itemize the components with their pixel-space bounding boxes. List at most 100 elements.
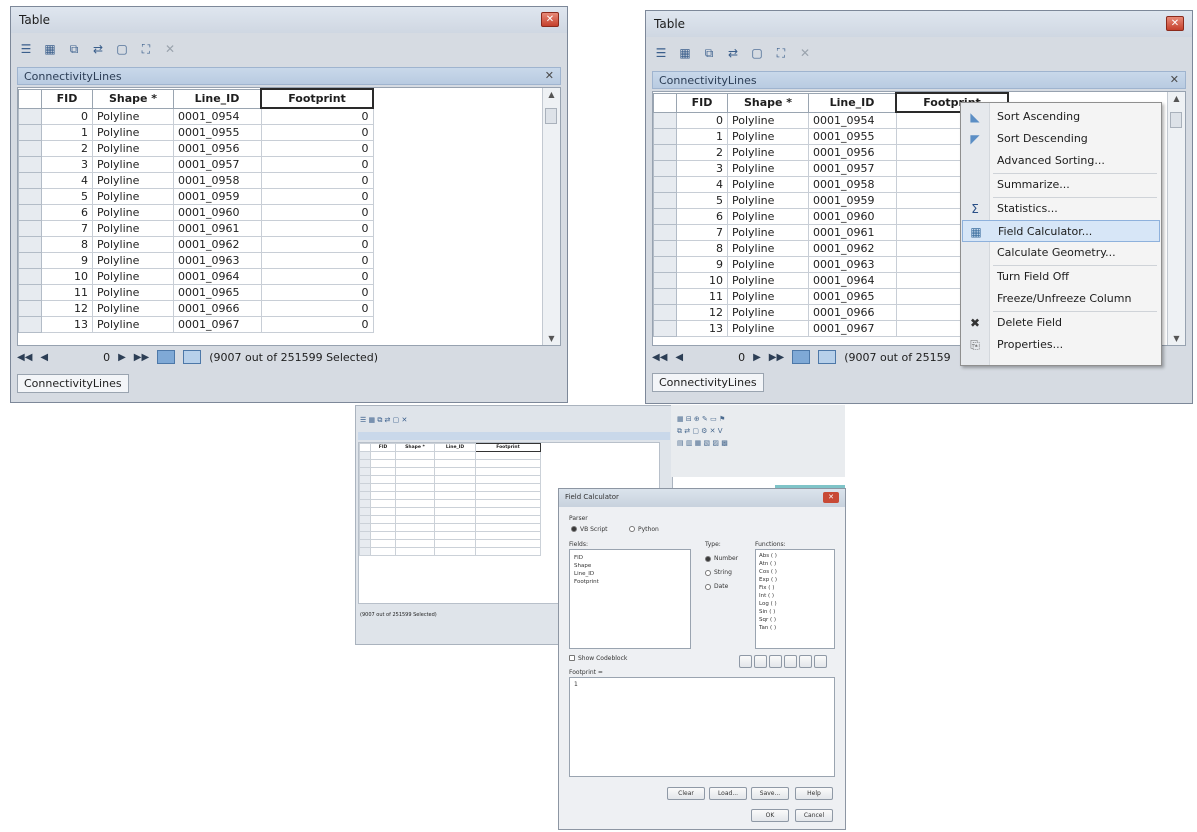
row-selector[interactable] — [653, 240, 677, 257]
row-selector[interactable] — [653, 111, 677, 129]
scroll-down-icon[interactable]: ▼ — [543, 334, 560, 343]
function-list-item[interactable]: Sqr ( ) — [759, 616, 777, 624]
footprint-cell[interactable]: 0 — [260, 204, 374, 221]
field-list-item[interactable]: Footprint — [574, 578, 599, 586]
show-selected-records-icon[interactable] — [183, 350, 202, 364]
shape-cell[interactable]: Polyline — [727, 288, 809, 305]
fid-cell[interactable]: 8 — [41, 236, 93, 253]
row-selector[interactable] — [18, 220, 42, 237]
shape-cell[interactable]: Polyline — [727, 176, 809, 193]
column-header-line-id[interactable]: Line_ID — [808, 92, 897, 113]
menu-item-delete-field[interactable]: ✖ Delete Field — [962, 312, 1160, 334]
row-selector[interactable] — [18, 300, 42, 317]
table-row[interactable]: 1 Polyline 0001_0955 — [653, 128, 1009, 145]
type-radio[interactable] — [705, 569, 711, 576]
table-row[interactable]: 4 Polyline 0001_0958 0 — [18, 172, 374, 189]
line-id-cell[interactable]: 0001_0957 — [808, 160, 897, 177]
function-list-item[interactable]: Abs ( ) — [759, 552, 777, 560]
table-row[interactable]: 12 Polyline 0001_0966 0 — [18, 300, 374, 317]
table-options-icon[interactable]: ☰ — [652, 44, 670, 62]
close-button[interactable]: ✕ — [541, 12, 559, 27]
function-list-item[interactable]: Log ( ) — [759, 600, 777, 608]
related-tables-icon[interactable]: ▦ — [41, 40, 59, 58]
show-selected-records-icon[interactable] — [818, 350, 837, 364]
clear-selection-icon[interactable]: ▢ — [748, 44, 766, 62]
delete-selected-icon[interactable]: ✕ — [796, 44, 814, 62]
shape-cell[interactable]: Polyline — [92, 284, 174, 301]
row-selector[interactable] — [18, 156, 42, 173]
vertical-scrollbar[interactable]: ▲ ▼ — [1167, 92, 1185, 345]
fid-cell[interactable]: 9 — [676, 256, 728, 273]
shape-cell[interactable]: Polyline — [92, 236, 174, 253]
last-record-icon[interactable]: ▶▶ — [769, 352, 784, 363]
menu-item-properties[interactable]: ⎘ Properties... — [962, 334, 1160, 356]
row-selector[interactable] — [18, 316, 42, 333]
cancel-button[interactable]: Cancel — [795, 809, 833, 822]
table-row[interactable]: 2 Polyline 0001_0956 0 — [18, 140, 374, 157]
shape-cell[interactable]: Polyline — [92, 220, 174, 237]
table-row[interactable]: 0 Polyline 0001_0954 — [653, 111, 1009, 129]
line-id-cell[interactable]: 0001_0955 — [808, 128, 897, 145]
scroll-thumb[interactable] — [1170, 112, 1182, 128]
menu-item-field-calculator[interactable]: ▦ Field Calculator... — [962, 220, 1160, 242]
row-selector[interactable] — [653, 304, 677, 321]
menu-item-summarize[interactable]: Summarize... — [962, 174, 1160, 196]
table-row[interactable]: 0 Polyline 0001_0954 0 — [18, 107, 374, 125]
show-all-records-icon[interactable] — [157, 350, 176, 364]
field-list-item[interactable]: FID — [574, 554, 599, 562]
fid-cell[interactable]: 0 — [41, 107, 93, 125]
row-selector[interactable] — [18, 252, 42, 269]
line-id-cell[interactable]: 0001_0967 — [173, 316, 262, 333]
function-list-item[interactable]: Fix ( ) — [759, 584, 777, 592]
row-selector[interactable] — [653, 192, 677, 209]
type-option[interactable]: Number — [705, 555, 738, 569]
field-list-item[interactable]: Line_ID — [574, 570, 599, 578]
save-button[interactable]: Save... — [751, 787, 789, 800]
row-selector[interactable] — [653, 320, 677, 337]
line-id-cell[interactable]: 0001_0966 — [173, 300, 262, 317]
menu-item-turn-field-off[interactable]: Turn Field Off — [962, 266, 1160, 288]
previous-record-icon[interactable]: ◀ — [675, 352, 683, 363]
row-selector-header[interactable] — [18, 88, 42, 109]
table-row[interactable]: 4 Polyline 0001_0958 — [653, 176, 1009, 193]
table-row[interactable]: 10 Polyline 0001_0964 0 — [18, 268, 374, 285]
line-id-cell[interactable]: 0001_0956 — [808, 144, 897, 161]
line-id-cell[interactable]: 0001_0956 — [173, 140, 262, 157]
operator-minus-button[interactable] — [799, 655, 812, 668]
row-selector-header[interactable] — [653, 92, 677, 113]
line-id-cell[interactable]: 0001_0958 — [173, 172, 262, 189]
show-codeblock-checkbox[interactable] — [569, 655, 575, 661]
table-row[interactable]: 1 Polyline 0001_0955 0 — [18, 124, 374, 141]
record-position[interactable]: 0 — [691, 351, 745, 364]
first-record-icon[interactable]: ◀◀ — [652, 352, 667, 363]
operator-divide-button[interactable] — [754, 655, 767, 668]
clear-button[interactable]: Clear — [667, 787, 705, 800]
row-selector[interactable] — [653, 224, 677, 241]
select-by-attributes-icon[interactable]: ⧉ — [700, 44, 718, 62]
footprint-cell[interactable]: 0 — [260, 220, 374, 237]
footprint-cell[interactable]: 0 — [260, 156, 374, 173]
load-button[interactable]: Load... — [709, 787, 747, 800]
table-row[interactable]: 12 Polyline 0001_0966 — [653, 304, 1009, 321]
shape-cell[interactable]: Polyline — [92, 140, 174, 157]
bottom-table-tab[interactable]: ConnectivityLines — [17, 374, 129, 393]
type-radio[interactable] — [705, 555, 711, 562]
fid-cell[interactable]: 3 — [41, 156, 93, 173]
row-selector[interactable] — [18, 236, 42, 253]
menu-item-calculate-geometry[interactable]: Calculate Geometry... — [962, 242, 1160, 264]
table-row[interactable]: 11 Polyline 0001_0965 — [653, 288, 1009, 305]
line-id-cell[interactable]: 0001_0964 — [808, 272, 897, 289]
row-selector[interactable] — [18, 188, 42, 205]
line-id-cell[interactable]: 0001_0959 — [173, 188, 262, 205]
fid-cell[interactable]: 1 — [676, 128, 728, 145]
menu-item-statistics[interactable]: Σ Statistics... — [962, 198, 1160, 220]
shape-cell[interactable]: Polyline — [727, 128, 809, 145]
row-selector[interactable] — [653, 176, 677, 193]
row-selector[interactable] — [18, 140, 42, 157]
shape-cell[interactable]: Polyline — [727, 208, 809, 225]
footprint-cell[interactable]: 0 — [260, 252, 374, 269]
shape-cell[interactable]: Polyline — [727, 240, 809, 257]
table-row[interactable]: 11 Polyline 0001_0965 0 — [18, 284, 374, 301]
fid-cell[interactable]: 11 — [41, 284, 93, 301]
function-list-item[interactable]: Tan ( ) — [759, 624, 777, 632]
